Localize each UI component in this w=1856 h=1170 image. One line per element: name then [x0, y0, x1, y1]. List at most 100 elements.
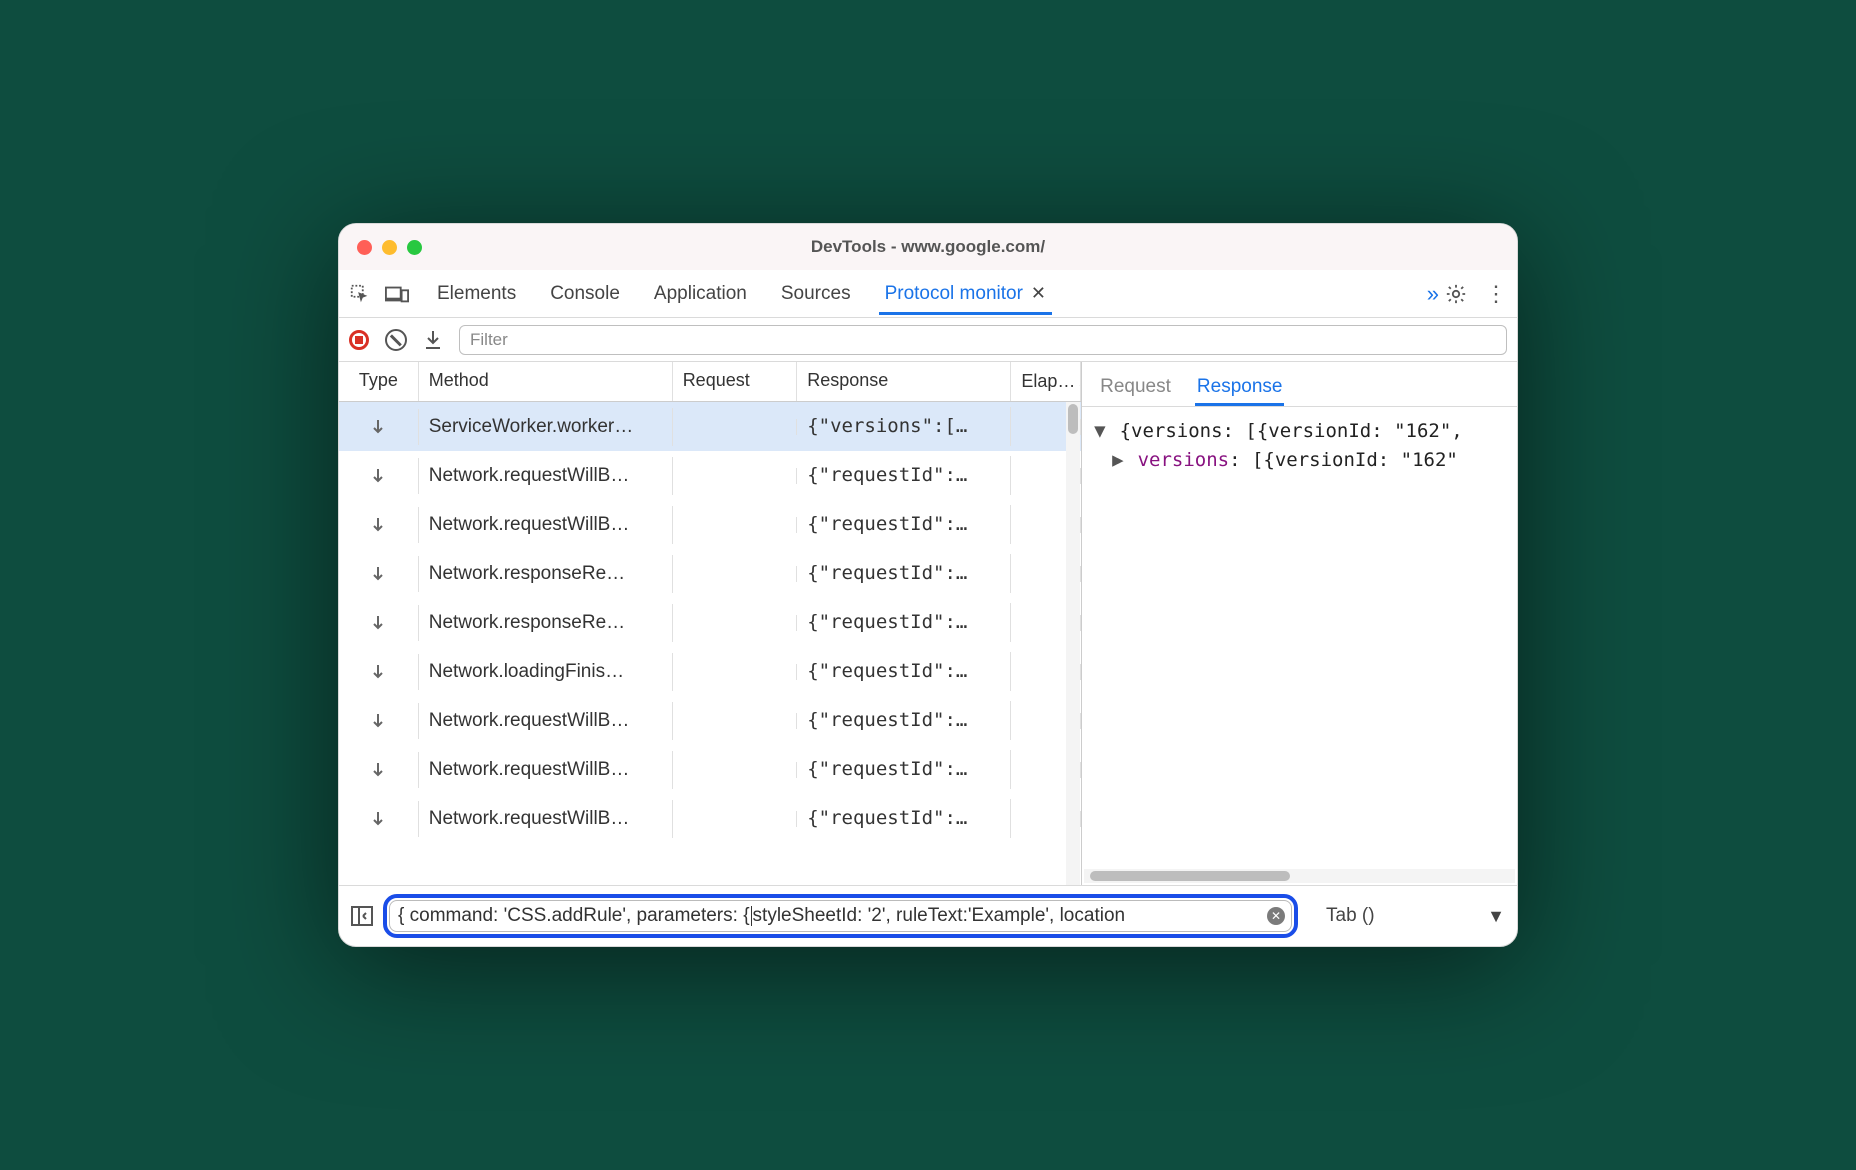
- record-button-icon[interactable]: [349, 330, 369, 350]
- command-input-highlight: { command: 'CSS.addRule', parameters: { …: [383, 894, 1298, 938]
- cell-type: [339, 409, 419, 445]
- inspect-element-icon[interactable]: [349, 283, 371, 305]
- drawer-bar: { command: 'CSS.addRule', parameters: { …: [339, 886, 1517, 946]
- window-title: DevTools - www.google.com/: [339, 237, 1517, 257]
- command-input-text-before: { command: 'CSS.addRule', parameters: {: [398, 905, 750, 927]
- clear-input-icon[interactable]: ✕: [1267, 907, 1285, 925]
- arrow-down-icon: [370, 466, 386, 486]
- table-scroll-thumb[interactable]: [1068, 404, 1078, 434]
- cell-request: [673, 517, 798, 533]
- cell-type: [339, 752, 419, 788]
- cell-request: [673, 566, 798, 582]
- kebab-menu-icon[interactable]: ⋮: [1485, 283, 1507, 305]
- cell-method: Network.requestWillB…: [419, 506, 673, 544]
- table-scrollbar[interactable]: [1066, 402, 1080, 885]
- tree-row[interactable]: ▶ versions: [{versionId: "162": [1094, 446, 1505, 475]
- drawer-collapse-icon[interactable]: ▼: [1487, 906, 1505, 927]
- tree-text: : [{versionId: "162": [1229, 449, 1458, 471]
- table-row[interactable]: Network.requestWillB…{"requestId":…: [339, 745, 1081, 794]
- download-icon[interactable]: [423, 329, 443, 351]
- col-header-request[interactable]: Request: [673, 362, 798, 401]
- more-tabs-icon[interactable]: »: [1427, 281, 1439, 307]
- table-row[interactable]: Network.requestWillB… {"requestId":…: [339, 696, 1081, 745]
- cell-response: {"requestId":…: [797, 701, 1011, 740]
- cell-request: [673, 419, 798, 435]
- cell-type: [339, 556, 419, 592]
- close-window-button[interactable]: [357, 240, 372, 255]
- tab-sources[interactable]: Sources: [775, 273, 857, 315]
- disclosure-triangle-icon[interactable]: ▼: [1094, 417, 1108, 446]
- cell-method: ServiceWorker.worker…: [419, 408, 673, 446]
- command-input[interactable]: { command: 'CSS.addRule', parameters: { …: [389, 900, 1292, 932]
- tab-application[interactable]: Application: [648, 273, 753, 315]
- cell-response: {"requestId":…: [797, 799, 1011, 838]
- col-header-method[interactable]: Method: [419, 362, 673, 401]
- cell-type: [339, 458, 419, 494]
- window-controls: [357, 240, 422, 255]
- tree-row[interactable]: ▼ {versions: [{versionId: "162",: [1094, 417, 1505, 446]
- tab-label: Protocol monitor: [885, 283, 1023, 305]
- cell-method: Network.requestWillB…: [419, 800, 673, 838]
- cell-request: [673, 468, 798, 484]
- clear-button-icon[interactable]: [385, 329, 407, 351]
- arrow-down-icon: [370, 662, 386, 682]
- cell-method: Network.responseRe…: [419, 604, 673, 642]
- cell-type: [339, 703, 419, 739]
- cell-response: {"requestId":…: [797, 750, 1011, 789]
- close-tab-icon[interactable]: ✕: [1031, 283, 1046, 304]
- cell-type: [339, 801, 419, 837]
- sort-asc-icon: ▲: [1077, 375, 1081, 389]
- details-h-scroll-thumb[interactable]: [1090, 871, 1290, 881]
- tab-label: Sources: [781, 283, 851, 305]
- titlebar: DevTools - www.google.com/: [339, 224, 1517, 270]
- col-header-response[interactable]: Response: [797, 362, 1011, 401]
- table-header-row: Type Method Request Response Elap… ▲: [339, 362, 1081, 402]
- maximize-window-button[interactable]: [407, 240, 422, 255]
- device-toolbar-icon[interactable]: [385, 284, 409, 304]
- disclosure-triangle-icon[interactable]: ▶: [1112, 446, 1126, 475]
- protocol-toolbar: [339, 318, 1517, 362]
- cell-response: {"requestId":…: [797, 505, 1011, 544]
- show-drawer-icon[interactable]: [351, 906, 373, 926]
- table-row[interactable]: Network.requestWillB… {"requestId":…: [339, 500, 1081, 549]
- arrow-down-icon: [370, 564, 386, 584]
- col-header-type[interactable]: Type: [339, 362, 419, 401]
- cell-request: [673, 615, 798, 631]
- col-header-elapsed-label: Elap…: [1021, 371, 1075, 392]
- tab-label: Application: [654, 283, 747, 305]
- panel-tabs-bar: Elements Console Application Sources Protoco…: [339, 270, 1517, 318]
- table-row[interactable]: Network.responseRe…{"requestId":…: [339, 598, 1081, 647]
- arrow-down-icon: [370, 760, 386, 780]
- cell-type: [339, 654, 419, 690]
- command-input-text-after: styleSheetId: '2', ruleText:'Example', l…: [753, 905, 1126, 927]
- cell-request: [673, 713, 798, 729]
- cell-response: {"requestId":…: [797, 456, 1011, 495]
- table-row[interactable]: Network.requestWillB…{"requestId":…: [339, 451, 1081, 500]
- cell-type: [339, 507, 419, 543]
- arrow-down-icon: [370, 417, 386, 437]
- tab-protocol-monitor[interactable]: Protocol monitor ✕: [879, 273, 1052, 315]
- cell-type: [339, 605, 419, 641]
- table-row[interactable]: Network.responseRe…{"requestId":…: [339, 549, 1081, 598]
- tab-console[interactable]: Console: [544, 273, 626, 315]
- detail-tab-response[interactable]: Response: [1195, 368, 1285, 406]
- messages-table: Type Method Request Response Elap… ▲ Ser…: [339, 362, 1081, 885]
- minimize-window-button[interactable]: [382, 240, 397, 255]
- table-row[interactable]: ServiceWorker.worker…{"versions":[…: [339, 402, 1081, 451]
- col-header-elapsed[interactable]: Elap… ▲: [1011, 362, 1081, 401]
- settings-gear-icon[interactable]: [1445, 283, 1467, 305]
- table-row[interactable]: Network.loadingFinis…{"requestId":…: [339, 647, 1081, 696]
- detail-body: ▼ {versions: [{versionId: "162",▶ versio…: [1082, 407, 1517, 486]
- tab-label: Elements: [437, 283, 516, 305]
- tree-text: {versions: [{versionId: "162",: [1120, 420, 1463, 442]
- tab-elements[interactable]: Elements: [431, 273, 522, 315]
- filter-input[interactable]: [459, 325, 1507, 355]
- cell-response: {"requestId":…: [797, 652, 1011, 691]
- details-pane: Request Response ▼ {versions: [{versionI…: [1081, 362, 1517, 885]
- cell-method: Network.requestWillB…: [419, 702, 673, 740]
- table-row[interactable]: Network.requestWillB… {"requestId":…: [339, 794, 1081, 843]
- drawer-tab-label[interactable]: Tab (): [1326, 905, 1375, 927]
- details-h-scrollbar[interactable]: [1084, 869, 1515, 883]
- arrow-down-icon: [370, 711, 386, 731]
- detail-tab-request[interactable]: Request: [1098, 368, 1173, 406]
